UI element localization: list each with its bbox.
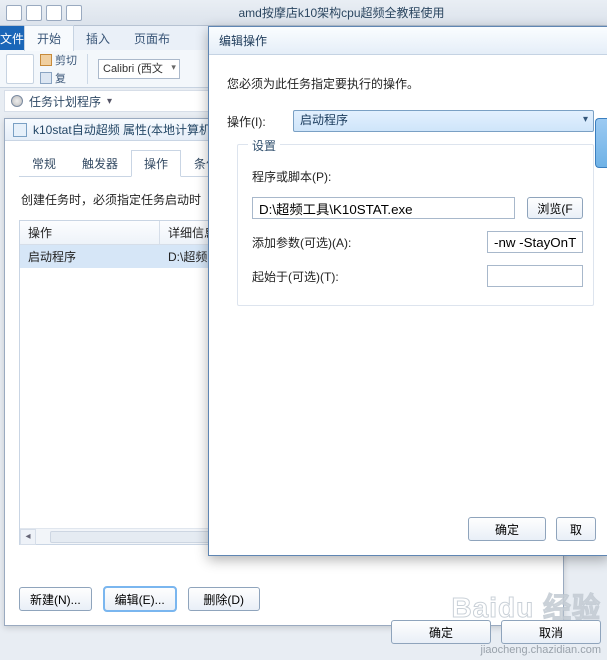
properties-footer-buttons: 确定 取消 — [391, 620, 601, 644]
clock-icon — [11, 95, 23, 107]
script-input[interactable] — [252, 197, 515, 219]
tab-triggers[interactable]: 触发器 — [69, 150, 131, 177]
startin-label: 起始于(可选)(T): — [252, 268, 370, 285]
cell-action: 启动程序 — [20, 245, 160, 268]
delete-button[interactable]: 删除(D) — [188, 587, 260, 611]
quick-access-toolbar — [6, 5, 82, 21]
font-family-select[interactable]: Calibri (西文 — [98, 59, 180, 79]
qat-icon[interactable] — [46, 5, 62, 21]
clock-icon — [13, 123, 27, 137]
chevron-down-icon: ▾ — [107, 96, 112, 107]
scissors-icon — [40, 54, 52, 66]
copy-icon — [40, 72, 52, 84]
edit-action-dialog: 编辑操作 您必须为此任务指定要执行的操作。 操作(I): 启动程序 设置 程序或… — [208, 26, 607, 556]
group-title: 设置 — [248, 137, 280, 154]
edit-button[interactable]: 编辑(E)... — [104, 587, 176, 611]
paste-button[interactable] — [6, 54, 34, 84]
dialog-cancel-button[interactable]: 取 — [556, 517, 596, 541]
file-tab[interactable]: 文件 — [0, 26, 24, 50]
qat-icon[interactable] — [6, 5, 22, 21]
task-scheduler-label: 任务计划程序 — [29, 93, 101, 110]
ok-button[interactable]: 确定 — [391, 620, 491, 644]
script-label: 程序或脚本(P): — [252, 168, 583, 185]
tab-home[interactable]: 开始 — [24, 25, 74, 51]
dialog-ok-button[interactable]: 确定 — [468, 517, 546, 541]
new-button[interactable]: 新建(N)... — [19, 587, 92, 611]
scroll-left-arrow[interactable]: ◂ — [20, 529, 36, 545]
cut-button[interactable]: 剪切 — [40, 52, 77, 68]
startin-row: 起始于(可选)(T): — [252, 265, 583, 287]
action-label: 操作(I): — [227, 113, 285, 130]
args-row: 添加参数(可选)(A): — [252, 231, 583, 253]
action-select[interactable]: 启动程序 — [293, 110, 594, 132]
args-input[interactable] — [487, 231, 583, 253]
tab-layout[interactable]: 页面布 — [122, 26, 182, 51]
script-row: 浏览(F — [252, 197, 583, 219]
tab-actions[interactable]: 操作 — [131, 150, 181, 177]
window-titlebar: amd按摩店k10架构cpu超频全教程使用 — [0, 0, 607, 26]
settings-group: 设置 程序或脚本(P): 浏览(F 添加参数(可选)(A): 起始于(可选)(T… — [237, 144, 594, 306]
startin-input[interactable] — [487, 265, 583, 287]
side-panel-sliver[interactable] — [595, 118, 607, 168]
actions-button-row: 新建(N)... 编辑(E)... 删除(D) — [19, 587, 260, 611]
col-action[interactable]: 操作 — [20, 221, 160, 244]
watermark-url: jiaocheng.chazidian.com — [481, 644, 601, 656]
tab-general[interactable]: 常规 — [19, 150, 69, 177]
clipboard-group: 剪切 复 — [40, 52, 77, 86]
separator — [87, 54, 88, 84]
window-title: amd按摩店k10架构cpu超频全教程使用 — [82, 4, 601, 21]
qat-icon[interactable] — [26, 5, 42, 21]
copy-button[interactable]: 复 — [40, 70, 77, 86]
dialog-button-row: 确定 取 — [468, 517, 596, 541]
qat-icon[interactable] — [66, 5, 82, 21]
tab-insert[interactable]: 插入 — [74, 26, 122, 51]
dialog-titlebar: 编辑操作 — [209, 27, 607, 55]
action-row: 操作(I): 启动程序 — [227, 110, 594, 132]
args-label: 添加参数(可选)(A): — [252, 234, 370, 251]
cancel-button[interactable]: 取消 — [501, 620, 601, 644]
dialog-instruction: 您必须为此任务指定要执行的操作。 — [227, 75, 594, 92]
browse-button[interactable]: 浏览(F — [527, 197, 583, 219]
properties-title: k10stat自动超频 属性(本地计算机 — [33, 121, 211, 138]
